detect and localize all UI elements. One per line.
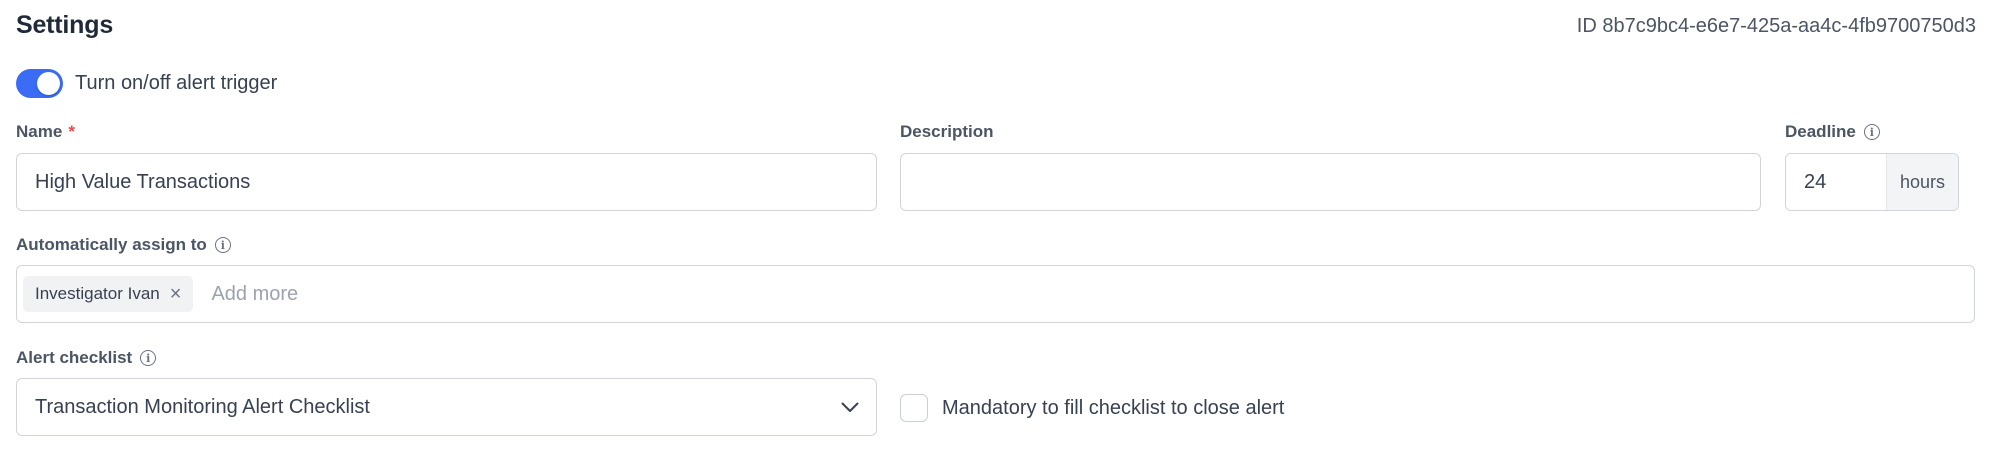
alert-trigger-toggle-row: Turn on/off alert trigger <box>16 67 277 99</box>
record-id: ID 8b7c9bc4-e6e7-425a-aa4c-4fb9700750d3 <box>1576 15 1976 37</box>
deadline-value[interactable]: 24 <box>1786 154 1886 210</box>
mandatory-checkbox[interactable] <box>900 394 928 422</box>
close-icon[interactable]: × <box>170 284 182 304</box>
deadline-unit: hours <box>1886 154 1958 210</box>
description-input[interactable] <box>900 153 1761 211</box>
name-label-text: Name <box>16 122 63 141</box>
description-label-text: Description <box>900 122 994 141</box>
assignee-chip-label: Investigator Ivan <box>35 284 160 303</box>
info-icon[interactable]: i <box>1863 124 1880 140</box>
alert-trigger-toggle[interactable] <box>16 68 63 98</box>
assign-label-text: Automatically assign to <box>16 235 207 254</box>
checklist-label-text: Alert checklist <box>16 348 133 367</box>
required-mark: * <box>68 122 75 141</box>
info-icon[interactable]: i <box>214 237 231 253</box>
mandatory-checkbox-label[interactable]: Mandatory to fill checklist to close ale… <box>942 397 1284 420</box>
deadline-input[interactable]: 24 hours <box>1785 153 1959 211</box>
name-input-value: High Value Transactions <box>35 170 251 193</box>
assignee-chip: Investigator Ivan × <box>23 276 194 312</box>
page-title: Settings <box>16 11 114 39</box>
assign-label: Automatically assign to i <box>16 235 231 255</box>
add-more-input[interactable]: Add more <box>211 283 298 306</box>
name-input[interactable]: High Value Transactions <box>16 153 877 211</box>
toggle-knob <box>37 71 60 95</box>
name-label: Name * <box>16 122 75 142</box>
settings-panel: Settings ID 8b7c9bc4-e6e7-425a-aa4c-4fb9… <box>0 0 1999 462</box>
checklist-select[interactable]: Transaction Monitoring Alert Checklist <box>16 378 877 436</box>
checklist-label: Alert checklist i <box>16 348 157 368</box>
deadline-label-text: Deadline <box>1785 122 1856 141</box>
info-icon[interactable]: i <box>140 350 157 366</box>
deadline-label: Deadline i <box>1785 122 1880 142</box>
chevron-down-icon <box>840 397 860 417</box>
toggle-label: Turn on/off alert trigger <box>75 71 278 94</box>
checklist-selected-value: Transaction Monitoring Alert Checklist <box>35 395 370 418</box>
description-label: Description <box>900 122 994 142</box>
assignee-multiselect[interactable]: Investigator Ivan × Add more <box>16 265 1975 323</box>
mandatory-checklist-row: Mandatory to fill checklist to close ale… <box>900 393 1284 423</box>
